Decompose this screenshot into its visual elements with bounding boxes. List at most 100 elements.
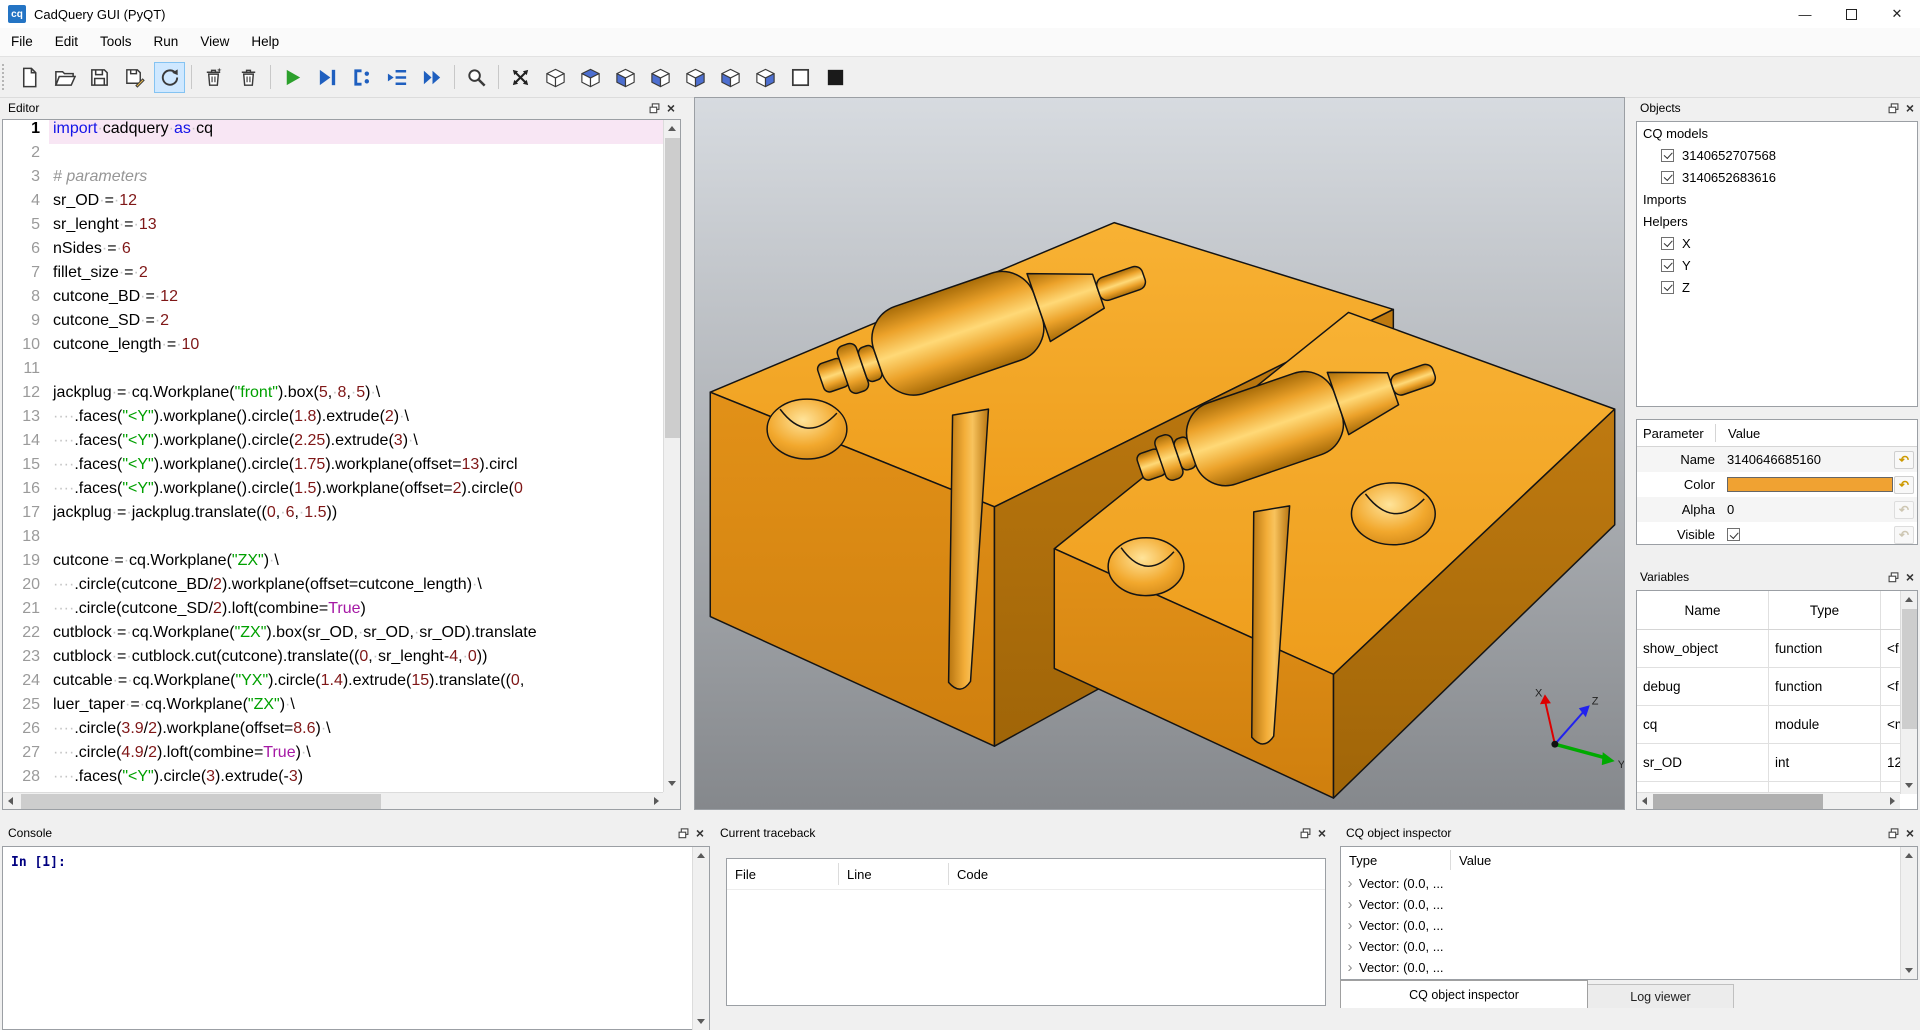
code-line-13[interactable]: 13····.faces("<Y").workplane().circle(1.… <box>3 408 663 432</box>
front-view-button[interactable] <box>645 62 676 93</box>
continue-button[interactable] <box>417 62 448 93</box>
property-row-alpha[interactable]: Alpha0↶ <box>1637 497 1917 522</box>
code-line-9[interactable]: 9cutcone_SD·=·2 <box>3 312 663 336</box>
code-line-1[interactable]: 1import·cadquery·as·cq <box>3 120 663 144</box>
toolbar-drag-handle[interactable] <box>2 64 9 90</box>
close-button[interactable]: ✕ <box>1874 0 1920 28</box>
inspector-row-2[interactable]: ›Vector: (0.0, ... <box>1341 894 1917 915</box>
visibility-checkbox[interactable] <box>1661 259 1674 272</box>
variable-row-cq[interactable]: cqmodule<m <box>1637 706 1900 744</box>
autoreload-button[interactable] <box>154 62 185 93</box>
close-panel-icon[interactable]: × <box>667 103 675 114</box>
editor-vertical-scrollbar[interactable] <box>663 120 680 792</box>
code-line-21[interactable]: 21····.circle(cutcone_SD/2).loft(combine… <box>3 600 663 624</box>
float-panel-icon[interactable] <box>1300 828 1311 839</box>
code-line-6[interactable]: 6nSides·=·6 <box>3 240 663 264</box>
undo-icon[interactable]: ↶ <box>1894 451 1914 469</box>
code-line-17[interactable]: 17jackplug·=·jackplug.translate((0,·6,·1… <box>3 504 663 528</box>
minimize-button[interactable]: — <box>1782 0 1828 28</box>
toggle-breakpoint-button[interactable] <box>347 62 378 93</box>
code-line-20[interactable]: 20····.circle(cutcone_BD/2).workplane(of… <box>3 576 663 600</box>
color-swatch[interactable] <box>1727 477 1893 492</box>
close-panel-icon[interactable]: × <box>1906 572 1914 583</box>
code-line-3[interactable]: 3# parameters <box>3 168 663 192</box>
code-line-15[interactable]: 15····.faces("<Y").workplane().circle(1.… <box>3 456 663 480</box>
float-panel-icon[interactable] <box>649 103 660 114</box>
new-script-button[interactable] <box>14 62 45 93</box>
shaded-view-button[interactable] <box>820 62 851 93</box>
inspector-row-3[interactable]: ›Vector: (0.0, ... <box>1341 915 1917 936</box>
code-line-19[interactable]: 19cutcone·=·cq.Workplane("ZX")·\ <box>3 552 663 576</box>
save-as-script-button[interactable] <box>119 62 150 93</box>
close-panel-icon[interactable]: × <box>1906 828 1914 839</box>
code-line-27[interactable]: 27····.circle(4.9/2).loft(combine=True)·… <box>3 744 663 768</box>
float-panel-icon[interactable] <box>678 828 689 839</box>
expand-chevron-icon[interactable]: › <box>1341 959 1359 976</box>
menu-edit[interactable]: Edit <box>44 28 89 56</box>
left-view-button[interactable] <box>715 62 746 93</box>
code-line-8[interactable]: 8cutcone_BD·=·12 <box>3 288 663 312</box>
code-line-2[interactable]: 2 <box>3 144 663 168</box>
inspector-row-5[interactable]: ›Vector: (0.0, ... <box>1341 957 1917 978</box>
open-script-button[interactable] <box>49 62 80 93</box>
expand-chevron-icon[interactable]: › <box>1341 896 1359 913</box>
tab-cq-object-inspector[interactable]: CQ object inspector <box>1340 980 1588 1008</box>
iso-view-button[interactable] <box>540 62 571 93</box>
maximize-button[interactable] <box>1828 0 1874 28</box>
menu-help[interactable]: Help <box>240 28 290 56</box>
variable-row-show_object[interactable]: show_objectfunction<f <box>1637 630 1900 668</box>
clear-all-renders-button[interactable] <box>233 62 264 93</box>
property-row-name[interactable]: Name3140646685160↶ <box>1637 447 1917 472</box>
inspect-object-button[interactable] <box>461 62 492 93</box>
render-button[interactable] <box>277 62 308 93</box>
code-line-26[interactable]: 26····.circle(3.9/2).workplane(offset=8.… <box>3 720 663 744</box>
property-row-visible[interactable]: Visible↶ <box>1637 522 1917 547</box>
code-line-16[interactable]: 16····.faces("<Y").workplane().circle(1.… <box>3 480 663 504</box>
menu-run[interactable]: Run <box>143 28 190 56</box>
float-panel-icon[interactable] <box>1888 828 1899 839</box>
tree-group-cq-models[interactable]: CQ models <box>1637 122 1917 144</box>
variable-row-debug[interactable]: debugfunction<f <box>1637 668 1900 706</box>
code-line-7[interactable]: 7fillet_size·=·2 <box>3 264 663 288</box>
code-line-4[interactable]: 4sr_OD·=·12 <box>3 192 663 216</box>
visibility-checkbox[interactable] <box>1661 149 1674 162</box>
menu-view[interactable]: View <box>189 28 240 56</box>
code-line-5[interactable]: 5sr_lenght·=·13 <box>3 216 663 240</box>
close-panel-icon[interactable]: × <box>696 828 704 839</box>
step-over-button[interactable] <box>382 62 413 93</box>
code-line-18[interactable]: 18 <box>3 528 663 552</box>
right-view-button[interactable] <box>750 62 781 93</box>
menu-tools[interactable]: Tools <box>89 28 143 56</box>
bottom-view-button[interactable] <box>610 62 641 93</box>
console[interactable]: In [1]: <box>2 846 710 1030</box>
clear-current-render-button[interactable] <box>198 62 229 93</box>
visibility-checkbox[interactable] <box>1661 171 1674 184</box>
code-line-23[interactable]: 23cutblock·=·cutblock.cut(cutcone).trans… <box>3 648 663 672</box>
code-line-28[interactable]: 28····.faces("<Y").circle(3).extrude(-3) <box>3 768 663 792</box>
save-script-button[interactable] <box>84 62 115 93</box>
wireframe-view-button[interactable] <box>785 62 816 93</box>
visibility-checkbox[interactable] <box>1661 281 1674 294</box>
tree-item-Z[interactable]: Z <box>1637 276 1917 298</box>
inspector-row-1[interactable]: ›Vector: (0.0, ... <box>1341 873 1917 894</box>
tree-item-3140652707568[interactable]: 3140652707568 <box>1637 144 1917 166</box>
inspector-vertical-scrollbar[interactable] <box>1900 847 1917 979</box>
float-panel-icon[interactable] <box>1888 572 1899 583</box>
tab-log-viewer[interactable]: Log viewer <box>1588 984 1734 1008</box>
close-panel-icon[interactable]: × <box>1318 828 1326 839</box>
property-row-color[interactable]: Color↶ <box>1637 472 1917 497</box>
tree-item-Y[interactable]: Y <box>1637 254 1917 276</box>
code-line-12[interactable]: 12jackplug·=·cq.Workplane("front").box(5… <box>3 384 663 408</box>
undo-icon[interactable]: ↶ <box>1894 476 1914 494</box>
code-line-11[interactable]: 11 <box>3 360 663 384</box>
close-panel-icon[interactable]: × <box>1906 103 1914 114</box>
variable-row-sr_OD[interactable]: sr_ODint12 <box>1637 744 1900 782</box>
expand-chevron-icon[interactable]: › <box>1341 917 1359 934</box>
expand-chevron-icon[interactable]: › <box>1341 875 1359 892</box>
inspector-row-4[interactable]: ›Vector: (0.0, ... <box>1341 936 1917 957</box>
editor-horizontal-scrollbar[interactable] <box>3 792 664 809</box>
console-vertical-scrollbar[interactable] <box>692 847 709 1030</box>
code-line-14[interactable]: 14····.faces("<Y").workplane().circle(2.… <box>3 432 663 456</box>
code-line-24[interactable]: 24cutcable·=·cq.Workplane("YX").circle(1… <box>3 672 663 696</box>
code-line-25[interactable]: 25luer_taper·=·cq.Workplane("ZX")·\ <box>3 696 663 720</box>
